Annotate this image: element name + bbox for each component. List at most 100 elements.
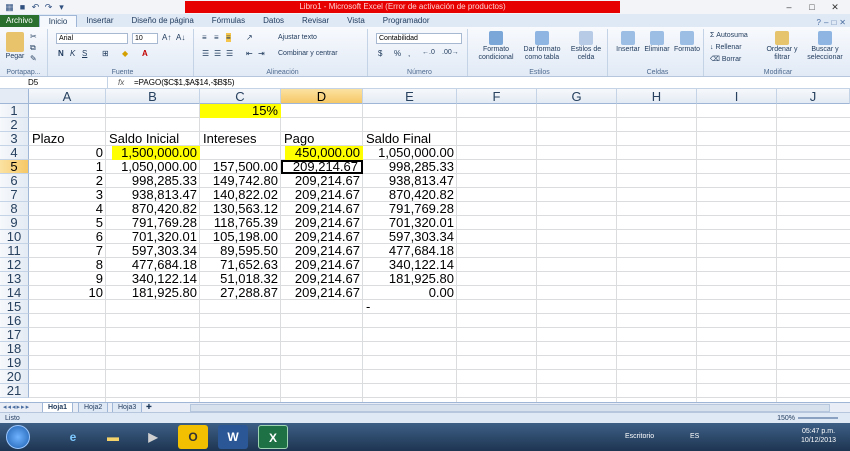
find-select-button[interactable]: Buscar y seleccionar: [804, 31, 846, 62]
cell-e5[interactable]: 998,285.33: [363, 160, 457, 174]
cell-d11[interactable]: 209,214.67: [281, 244, 363, 258]
tab-data[interactable]: Datos: [254, 15, 293, 27]
cell-a12[interactable]: 8: [29, 258, 106, 272]
row-header-10[interactable]: 10: [0, 230, 29, 244]
row-header-16[interactable]: 16: [0, 314, 29, 328]
tab-insert[interactable]: Insertar: [77, 15, 122, 27]
cell-e8[interactable]: 791,769.28: [363, 202, 457, 216]
orientation-icon[interactable]: ↗: [246, 33, 253, 42]
cell-a4[interactable]: 0: [29, 146, 106, 160]
cell-d13[interactable]: 209,214.67: [281, 272, 363, 286]
fill-color-icon[interactable]: ◆: [122, 49, 128, 58]
cell-c7[interactable]: 140,822.02: [200, 188, 281, 202]
cell-e12[interactable]: 340,122.14: [363, 258, 457, 272]
column-header-g[interactable]: G: [537, 89, 617, 104]
grow-font-icon[interactable]: A↑: [162, 33, 171, 42]
column-header-i[interactable]: I: [697, 89, 777, 104]
qat-more-icon[interactable]: ▾: [56, 2, 67, 12]
cell-b6[interactable]: 998,285.33: [106, 174, 200, 188]
undo-icon[interactable]: ↶: [30, 2, 41, 12]
cell-e10[interactable]: 597,303.34: [363, 230, 457, 244]
format-as-table-button[interactable]: Dar formato como tabla: [520, 31, 564, 62]
cell-c6[interactable]: 149,742.80: [200, 174, 281, 188]
column-header-d[interactable]: D: [281, 89, 363, 104]
align-bottom-icon[interactable]: ≡: [226, 33, 231, 42]
row-header-14[interactable]: 14: [0, 286, 29, 300]
cell-b9[interactable]: 791,769.28: [106, 216, 200, 230]
cell-e6[interactable]: 938,813.47: [363, 174, 457, 188]
cell-c12[interactable]: 71,652.63: [200, 258, 281, 272]
cell-styles-button[interactable]: Estilos de celda: [566, 31, 606, 62]
align-center-icon[interactable]: ☰: [214, 49, 221, 58]
cell-c1[interactable]: 15%: [200, 104, 281, 118]
percent-icon[interactable]: %: [394, 49, 401, 58]
cell-a11[interactable]: 7: [29, 244, 106, 258]
tab-review[interactable]: Revisar: [293, 15, 338, 27]
cell-b3[interactable]: Saldo Inicial: [106, 132, 182, 146]
conditional-format-button[interactable]: Formato condicional: [474, 31, 518, 62]
row-header-21[interactable]: 21: [0, 384, 29, 398]
cell-d4[interactable]: 450,000.00: [285, 146, 363, 160]
language-indicator[interactable]: ES: [690, 423, 699, 451]
excel-logo-icon[interactable]: ▦: [4, 2, 15, 12]
media-player-icon[interactable]: ▶: [138, 425, 168, 449]
cell-c10[interactable]: 105,198.00: [200, 230, 281, 244]
cell-e11[interactable]: 477,684.18: [363, 244, 457, 258]
name-box[interactable]: D5: [28, 77, 108, 89]
copy-icon[interactable]: ⧉: [30, 43, 36, 53]
cell-e4[interactable]: 1,050,000.00: [363, 146, 457, 160]
cell-d5[interactable]: 209,214.67: [281, 160, 363, 174]
font-size-select[interactable]: 10: [132, 33, 158, 44]
outlook-icon[interactable]: O: [178, 425, 208, 449]
tab-view[interactable]: Vista: [338, 15, 374, 27]
select-all-corner[interactable]: [0, 89, 29, 104]
cell-b5[interactable]: 1,050,000.00: [106, 160, 200, 174]
align-right-icon[interactable]: ☰: [226, 49, 233, 58]
column-header-h[interactable]: H: [617, 89, 697, 104]
cell-c5[interactable]: 157,500.00: [200, 160, 281, 174]
font-color-icon[interactable]: A: [142, 49, 148, 58]
cell-a7[interactable]: 3: [29, 188, 106, 202]
tab-developer[interactable]: Programador: [374, 15, 439, 27]
row-header-8[interactable]: 8: [0, 202, 29, 216]
align-left-icon[interactable]: ☰: [202, 49, 209, 58]
row-header-18[interactable]: 18: [0, 342, 29, 356]
row-header-17[interactable]: 17: [0, 328, 29, 342]
row-header-9[interactable]: 9: [0, 216, 29, 230]
cell-c11[interactable]: 89,595.50: [200, 244, 281, 258]
cell-c14[interactable]: 27,288.87: [200, 286, 281, 300]
insert-function-button[interactable]: fx: [118, 77, 124, 89]
save-icon[interactable]: ■: [17, 2, 28, 12]
tab-formulas[interactable]: Fórmulas: [203, 15, 254, 27]
start-button[interactable]: [6, 425, 30, 449]
horizontal-scrollbar[interactable]: [190, 404, 830, 412]
row-header-13[interactable]: 13: [0, 272, 29, 286]
maximize-icon[interactable]: □: [801, 1, 823, 13]
cell-c4[interactable]: [200, 146, 281, 160]
row-header-12[interactable]: 12: [0, 258, 29, 272]
cell-b8[interactable]: 870,420.82: [106, 202, 200, 216]
formula-input[interactable]: =PAGO($C$1,$A$14,-$B$5): [134, 77, 235, 89]
cell-b13[interactable]: 340,122.14: [106, 272, 200, 286]
cell-b12[interactable]: 477,684.18: [106, 258, 200, 272]
ie-icon[interactable]: e: [58, 425, 88, 449]
merge-center-button[interactable]: Combinar y centrar: [278, 50, 338, 58]
format-painter-icon[interactable]: ✎: [30, 54, 37, 63]
minimize-icon[interactable]: –: [778, 1, 800, 13]
zoom-slider[interactable]: [798, 417, 838, 419]
comma-style-icon[interactable]: ,: [408, 49, 410, 58]
cell-d6[interactable]: 209,214.67: [281, 174, 363, 188]
column-header-e[interactable]: E: [363, 89, 457, 104]
row-header-1[interactable]: 1: [0, 104, 29, 118]
cell-c9[interactable]: 118,765.39: [200, 216, 281, 230]
row-header-19[interactable]: 19: [0, 356, 29, 370]
column-header-f[interactable]: F: [457, 89, 537, 104]
tab-home[interactable]: Inicio: [38, 15, 78, 27]
cell-d7[interactable]: 209,214.67: [281, 188, 363, 202]
cut-icon[interactable]: ✂: [30, 32, 37, 41]
underline-icon[interactable]: S: [82, 49, 87, 58]
cell-d12[interactable]: 209,214.67: [281, 258, 363, 272]
cell-a6[interactable]: 2: [29, 174, 106, 188]
cell-a10[interactable]: 6: [29, 230, 106, 244]
column-header-b[interactable]: B: [106, 89, 200, 104]
